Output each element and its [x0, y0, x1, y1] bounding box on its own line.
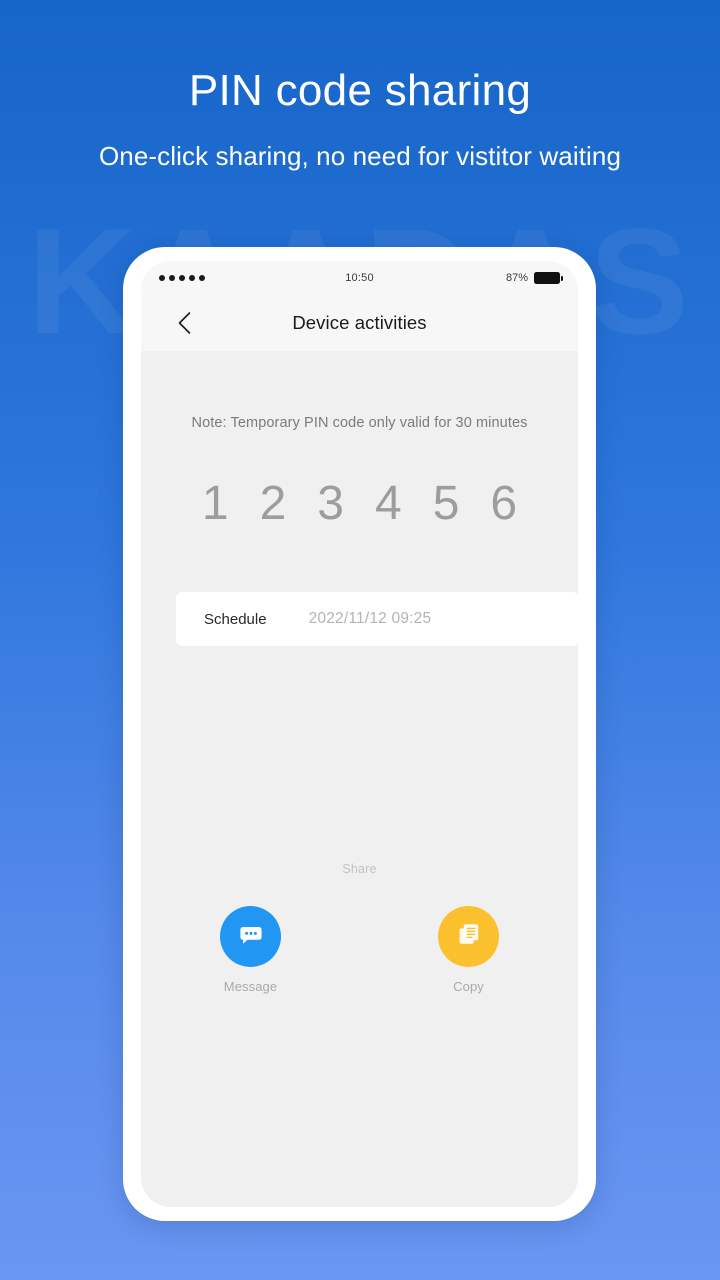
battery-full-icon: [534, 272, 563, 284]
pin-digit: 6: [490, 477, 518, 530]
promo-subtitle: One-click sharing, no need for vistitor …: [98, 141, 622, 171]
pin-digit: 5: [432, 477, 460, 530]
back-button[interactable]: [171, 310, 197, 336]
status-bar-time: 10:50: [345, 272, 374, 284]
schedule-value: 2022/11/12 09:25: [308, 610, 432, 627]
share-message-button[interactable]: Message: [220, 906, 281, 994]
status-bar: 10:50 87%: [141, 261, 578, 295]
pin-digit: 1: [201, 477, 229, 530]
share-copy-label: Copy: [453, 979, 484, 994]
message-button-circle: [220, 906, 281, 967]
pin-digit: 2: [259, 477, 287, 530]
screen-content: Note: Temporary PIN code only valid for …: [141, 351, 578, 1207]
share-actions: Message Copy: [141, 906, 578, 994]
schedule-row[interactable]: Schedule 2022/11/12 09:25: [176, 592, 578, 646]
chevron-left-icon: [177, 311, 192, 335]
nav-bar: Device activities: [141, 295, 578, 351]
copy-documents-icon: [454, 919, 484, 954]
pin-validity-note: Note: Temporary PIN code only valid for …: [191, 415, 528, 431]
promo-title: PIN code sharing: [188, 66, 532, 115]
share-section-title: Share: [342, 862, 377, 876]
share-copy-button[interactable]: Copy: [438, 906, 499, 994]
message-bubble-icon: [236, 919, 266, 954]
copy-button-circle: [438, 906, 499, 967]
pin-digit: 3: [317, 477, 344, 530]
schedule-label: Schedule: [204, 610, 267, 628]
share-message-label: Message: [223, 979, 278, 994]
pin-digit: 4: [375, 477, 402, 530]
page-title: Device activities: [292, 312, 427, 333]
pin-code-display: 1 2 3 4 5 6: [141, 477, 578, 531]
phone-screen: 10:50 87% Device activities Note: Tempor…: [141, 261, 578, 1207]
phone-mockup: 10:50 87% Device activities Note: Tempor…: [123, 247, 596, 1221]
